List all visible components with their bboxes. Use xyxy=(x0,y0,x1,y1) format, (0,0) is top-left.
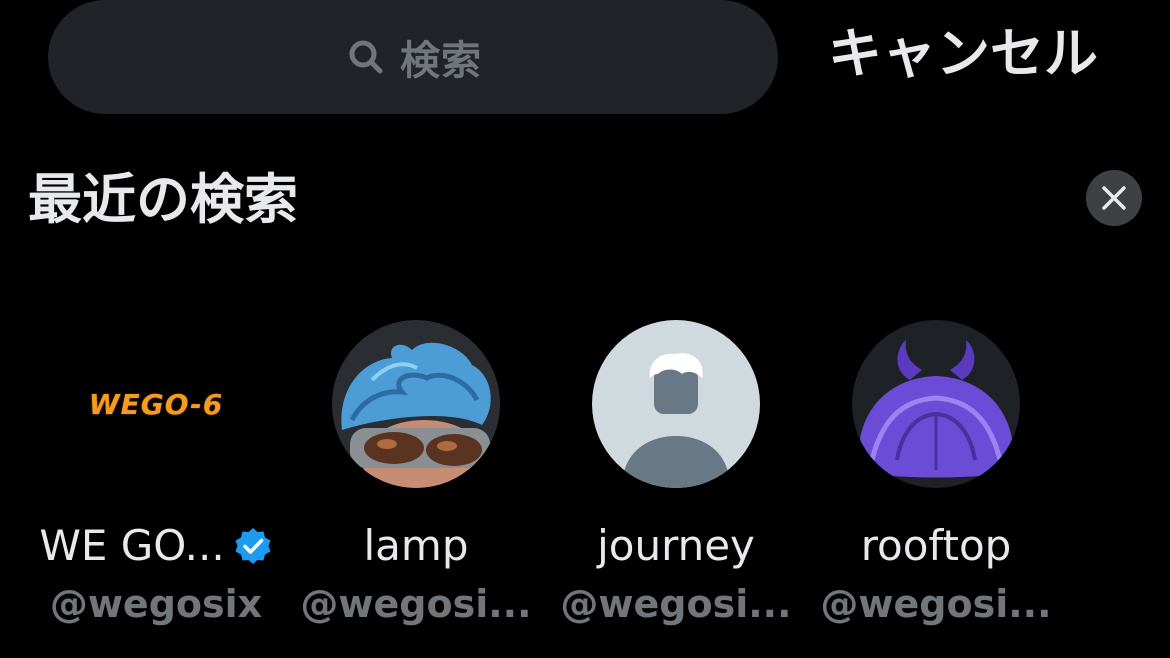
cancel-button[interactable]: キャンセル xyxy=(828,14,1098,94)
verified-badge-icon xyxy=(235,528,271,564)
search-input[interactable]: 検索 xyxy=(48,0,778,114)
user-handle: @wegosi... xyxy=(820,582,1052,626)
user-name: WE GO... xyxy=(39,521,225,570)
search-icon xyxy=(344,35,388,79)
user-handle: @wegosi... xyxy=(300,582,532,626)
recent-item[interactable]: lamp @wegosi... xyxy=(286,320,546,640)
close-icon xyxy=(1102,186,1126,210)
search-screen: 検索 キャンセル 最近の検索 WEGO-6 WE GO... @wegosix xyxy=(0,0,1170,658)
avatar: WEGO-6 xyxy=(72,320,240,488)
section-title: 最近の検索 xyxy=(28,168,298,231)
avatar xyxy=(332,320,500,488)
user-name: lamp xyxy=(363,521,469,570)
blue-hair-goggles-avatar xyxy=(332,320,500,488)
recent-item[interactable]: WEGO-6 WE GO... @wegosix xyxy=(26,320,286,640)
avatar xyxy=(592,320,760,488)
default-person-avatar xyxy=(592,320,760,488)
user-name: rooftop xyxy=(860,521,1012,570)
wego-6-logo: WEGO-6 xyxy=(88,387,224,421)
search-placeholder: 検索 xyxy=(400,38,482,84)
clear-recent-button[interactable] xyxy=(1086,170,1142,226)
user-handle: @wegosix xyxy=(49,582,263,626)
recent-item[interactable]: journey @wegosi... xyxy=(546,320,806,640)
user-name: journey xyxy=(597,521,755,570)
avatar xyxy=(852,320,1020,488)
recent-item[interactable]: rooftop @wegosi... xyxy=(806,320,1066,640)
purple-hair-horns-avatar xyxy=(852,320,1020,488)
user-handle: @wegosi... xyxy=(560,582,792,626)
